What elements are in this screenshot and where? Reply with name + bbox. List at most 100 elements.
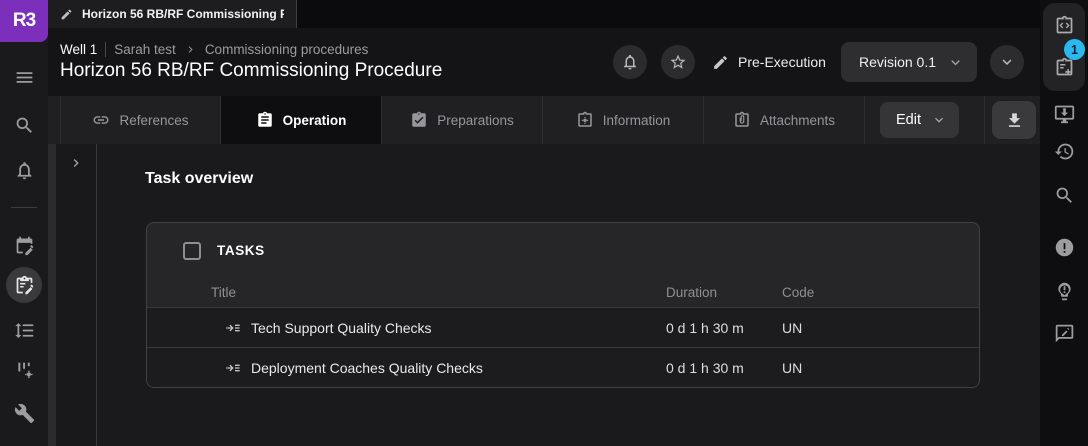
alerts-panel-button[interactable] <box>1052 235 1076 259</box>
search-icon <box>1054 185 1075 206</box>
page-header: Well 1 Sarah test Commissioning procedur… <box>48 28 1040 96</box>
sidebar-tools-button[interactable] <box>12 401 36 425</box>
tab-label: References <box>119 113 188 128</box>
chevron-right-icon <box>68 155 84 171</box>
collapsed-navigation-panel <box>56 144 97 446</box>
column-header-title: Title <box>211 285 666 300</box>
header-actions: Pre-Execution Revision 0.1 <box>599 42 1024 82</box>
task-code: UN <box>782 320 979 336</box>
toolbar-divider <box>984 96 985 144</box>
breadcrumb-parent-link[interactable]: Sarah test <box>114 42 176 57</box>
tab-references[interactable]: References <box>60 96 221 144</box>
header-collapse-button[interactable] <box>990 45 1024 79</box>
monitor-download-icon <box>1054 103 1075 124</box>
tasks-panel-header: TASKS <box>147 223 979 278</box>
breadcrumb-divider <box>105 42 106 57</box>
panel-drag-handle[interactable] <box>48 144 56 446</box>
revision-label: Revision 0.1 <box>859 54 936 70</box>
history-panel-button[interactable] <box>1052 139 1076 163</box>
sidebar-activity-list-button[interactable] <box>12 318 36 342</box>
procedure-code-panel-button[interactable] <box>1052 13 1076 37</box>
chevron-down-icon <box>998 53 1016 71</box>
breadcrumb: Well 1 Sarah test Commissioning procedur… <box>60 42 599 57</box>
content-area: Task overview TASKS Title Duration Code <box>48 144 1040 446</box>
clipboard-text-icon <box>256 111 274 129</box>
document-tab[interactable]: Horizon 56 RB/RF Commissioning Pr... <box>48 0 297 28</box>
tab-information[interactable]: Information <box>543 96 704 144</box>
sidebar-planner-button[interactable] <box>12 233 36 257</box>
page-title: Horizon 56 RB/RF Commissioning Procedure <box>60 60 599 82</box>
alert-circle-icon <box>1054 237 1075 258</box>
revision-dropdown[interactable]: Revision 0.1 <box>841 42 977 82</box>
app-logo-text: R3 <box>13 10 35 32</box>
history-icon <box>1054 141 1075 162</box>
tasks-panel: TASKS Title Duration Code Tech Support Q… <box>146 222 980 388</box>
tab-operation[interactable]: Operation <box>221 96 382 144</box>
menu-icon <box>14 67 35 88</box>
clipboard-paperclip-icon <box>733 111 751 129</box>
sidebar-divider <box>11 207 37 208</box>
task-duration: 0 d 1 h 30 m <box>666 320 782 336</box>
right-sidebar: 1 <box>1040 0 1088 446</box>
tab-label: Operation <box>283 113 347 128</box>
breadcrumb-well: Well 1 <box>60 42 97 57</box>
app-logo[interactable]: R3 <box>0 0 48 42</box>
status-badge[interactable]: Pre-Execution <box>712 54 826 71</box>
menu-button[interactable] <box>12 65 36 89</box>
operation-page: Task overview TASKS Title Duration Code <box>97 144 1040 446</box>
status-label: Pre-Execution <box>738 54 826 70</box>
table-row[interactable]: Deployment Coaches Quality Checks 0 d 1 … <box>147 347 979 387</box>
expand-panel-button[interactable] <box>66 153 86 173</box>
tab-preparations[interactable]: Preparations <box>382 96 543 144</box>
arrow-into-list-icon <box>225 320 241 336</box>
search-panel-button[interactable] <box>1052 183 1076 207</box>
chevron-right-icon <box>184 43 197 56</box>
wrench-icon <box>14 403 35 424</box>
task-code: UN <box>782 360 979 376</box>
select-all-checkbox[interactable] <box>183 242 201 260</box>
task-title-cell: Tech Support Quality Checks <box>211 320 666 336</box>
tab-strip: References Operation Preparations Inform… <box>48 96 1040 144</box>
download-icon <box>1005 111 1024 130</box>
lightbulb-alert-icon <box>1054 281 1075 302</box>
pencil-icon <box>60 8 73 21</box>
pipes-gear-icon <box>14 360 35 381</box>
sidebar-search-button[interactable] <box>12 113 36 137</box>
task-title: Tech Support Quality Checks <box>251 320 432 336</box>
main-area: Horizon 56 RB/RF Commissioning Pr... Wel… <box>48 0 1040 446</box>
arrow-into-list-icon <box>225 360 241 376</box>
sidebar-equipment-settings-button[interactable] <box>12 358 36 382</box>
left-sidebar: R3 <box>0 0 48 446</box>
export-download-button[interactable] <box>992 101 1036 139</box>
comment-edit-icon <box>1054 323 1075 344</box>
link-icon <box>92 111 110 129</box>
tab-actions: Edit <box>865 96 1040 144</box>
star-icon <box>669 53 687 71</box>
clipboard-gear-icon <box>576 111 594 129</box>
document-tab-label: Horizon 56 RB/RF Commissioning Pr... <box>82 7 284 21</box>
chevron-down-icon <box>931 112 947 128</box>
suggestions-panel-button[interactable] <box>1052 279 1076 303</box>
comments-panel-button[interactable] <box>1052 321 1076 345</box>
notifications-button[interactable] <box>613 45 647 79</box>
sidebar-notifications-button[interactable] <box>12 158 36 182</box>
column-header-duration: Duration <box>666 285 782 300</box>
calendar-edit-icon <box>14 235 35 256</box>
table-header-row: Title Duration Code <box>147 278 979 307</box>
tab-label: Attachments <box>760 113 835 128</box>
edit-dropdown-button[interactable]: Edit <box>880 102 959 138</box>
page-header-text: Well 1 Sarah test Commissioning procedur… <box>60 42 599 82</box>
section-title: Task overview <box>145 170 253 188</box>
export-panel-button[interactable] <box>1052 101 1076 125</box>
tab-attachments[interactable]: Attachments <box>704 96 865 144</box>
bell-icon <box>14 160 35 181</box>
clipboard-code-icon <box>1054 15 1075 36</box>
breadcrumb-section-link[interactable]: Commissioning procedures <box>205 42 369 57</box>
tasks-panel-title: TASKS <box>217 243 265 258</box>
tab-label: Information <box>603 113 671 128</box>
table-row[interactable]: Tech Support Quality Checks 0 d 1 h 30 m… <box>147 307 979 347</box>
app-window: R3 Horizon 56 RB/RF Commissioning Pr... … <box>0 0 1088 446</box>
pencil-icon <box>712 54 729 71</box>
favorite-button[interactable] <box>661 45 695 79</box>
sidebar-procedures-button-active[interactable] <box>6 267 42 303</box>
